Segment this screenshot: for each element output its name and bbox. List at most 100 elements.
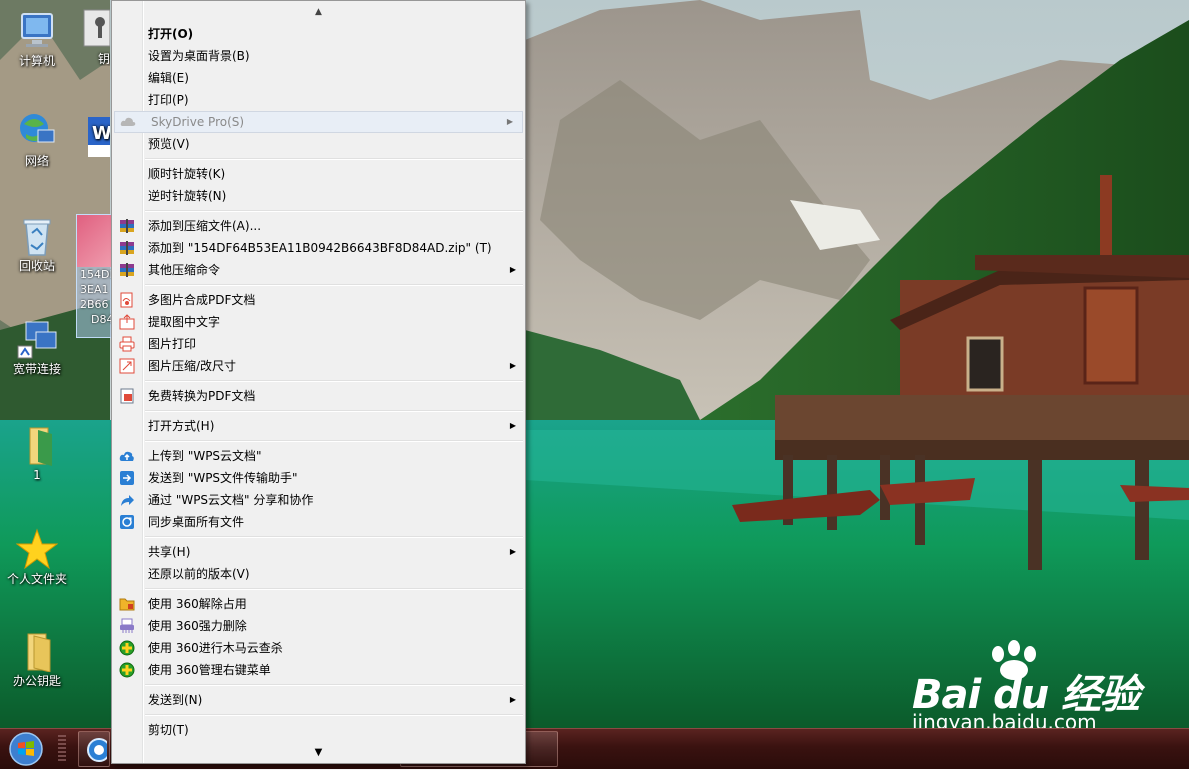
computer-icon [16, 10, 58, 52]
menu-separator [145, 536, 523, 538]
menu-item-add-to-zip[interactable]: 添加到 "154DF64B53EA11B0942B6643BF8D84AD.zi… [112, 237, 525, 259]
menu-separator [145, 380, 523, 382]
menu-item-convert-to-pdf[interactable]: 免费转换为PDF文档 [112, 385, 525, 407]
menu-item-label: 发送到 "WPS文件传输助手" [148, 471, 298, 485]
submenu-arrow-icon: ▶ [509, 361, 516, 370]
desktop-icon-label: 1 [33, 468, 41, 482]
desktop-icon-computer[interactable]: 计算机 [2, 10, 72, 68]
menu-item-share[interactable]: 共享(H) ▶ [112, 541, 525, 563]
context-menu: ▲ 打开(O) 设置为桌面背景(B) 编辑(E) 打印(P) SkyDrive … [111, 0, 526, 764]
menu-item-360-trojan-scan[interactable]: 使用 360进行木马云查杀 [112, 637, 525, 659]
menu-item-label: 设置为桌面背景(B) [148, 49, 250, 63]
menu-item-label: 预览(V) [148, 137, 190, 151]
sync-icon [119, 514, 135, 530]
desktop-icon-broadband[interactable]: 宽带连接 [2, 318, 72, 376]
menu-item-edit[interactable]: 编辑(E) [112, 67, 525, 89]
share-icon [119, 492, 135, 508]
menu-item-label: 使用 360管理右键菜单 [148, 663, 271, 677]
menu-item-label: 发送到(N) [148, 693, 203, 707]
menu-item-label: 通过 "WPS云文档" 分享和协作 [148, 493, 314, 507]
desktop-icon-label: 个人文件夹 [6, 572, 67, 586]
menu-item-label: SkyDrive Pro(S) [151, 115, 245, 129]
menu-item-label: 多图片合成PDF文档 [148, 293, 256, 307]
start-button[interactable] [4, 731, 48, 767]
key-file-icon [70, 8, 110, 50]
desktop-icon-label: 办公钥匙 [12, 674, 61, 688]
menu-item-360-force-delete[interactable]: 使用 360强力删除 [112, 615, 525, 637]
menu-scroll-up-arrow[interactable]: ▲ [112, 1, 525, 23]
menu-item-label: 免费转换为PDF文档 [148, 389, 256, 403]
menu-item-sync-desktop-files[interactable]: 同步桌面所有文件 [112, 511, 525, 533]
menu-item-label: 使用 360解除占用 [148, 597, 247, 611]
desktop-icon-label: 钥 [97, 52, 110, 66]
desktop-icon-label: 网络 [24, 154, 49, 168]
menu-separator [145, 158, 523, 160]
desktop-icon-folder-1[interactable]: 1 [2, 424, 72, 482]
archive-icon [119, 218, 135, 234]
desktop-icon-key[interactable]: 钥 [70, 8, 110, 66]
menu-item-merge-images-pdf[interactable]: 多图片合成PDF文档 [112, 289, 525, 311]
submenu-arrow-icon: ▶ [506, 117, 513, 126]
menu-scroll-down-arrow[interactable]: ▼ [112, 743, 525, 763]
menu-item-label: 使用 360强力删除 [148, 619, 247, 633]
menu-item-label: 图片压缩/改尺寸 [148, 359, 237, 373]
desktop-icon-recycle-bin[interactable]: 回收站 [2, 215, 72, 273]
menu-item-print[interactable]: 打印(P) [112, 89, 525, 111]
menu-item-360-unlock[interactable]: 使用 360解除占用 [112, 593, 525, 615]
menu-item-set-desktop-background[interactable]: 设置为桌面背景(B) [112, 45, 525, 67]
submenu-arrow-icon: ▶ [509, 421, 516, 430]
cloud-icon [120, 114, 136, 130]
pdf-icon [119, 388, 135, 404]
menu-item-image-compress-resize[interactable]: 图片压缩/改尺寸 ▶ [112, 355, 525, 377]
menu-item-label: 剪切(T) [148, 723, 189, 737]
menu-item-label: 同步桌面所有文件 [148, 515, 245, 529]
shield-icon [119, 640, 135, 656]
network-globe-icon [16, 110, 58, 152]
menu-item-upload-wps-cloud[interactable]: 上传到 "WPS云文档" [112, 445, 525, 467]
submenu-arrow-icon: ▶ [509, 265, 516, 274]
menu-item-rotate-clockwise[interactable]: 顺时针旋转(K) [112, 163, 525, 185]
menu-item-extract-text[interactable]: 提取图中文字 [112, 311, 525, 333]
submenu-arrow-icon: ▶ [509, 695, 516, 704]
menu-item-cut[interactable]: 剪切(T) [112, 719, 525, 741]
menu-item-label: 使用 360进行木马云查杀 [148, 641, 283, 655]
menu-item-label: 打印(P) [148, 93, 189, 107]
menu-separator [145, 284, 523, 286]
menu-item-send-to-wps-transfer[interactable]: 发送到 "WPS文件传输助手" [112, 467, 525, 489]
menu-item-open[interactable]: 打开(O) [112, 23, 525, 45]
menu-item-label: 还原以前的版本(V) [148, 567, 250, 581]
menu-item-rotate-counterclockwise[interactable]: 逆时针旋转(N) [112, 185, 525, 207]
menu-item-restore-previous-versions[interactable]: 还原以前的版本(V) [112, 563, 525, 585]
taskbar-grip[interactable] [58, 735, 66, 763]
menu-item-label: 其他压缩命令 [148, 263, 221, 277]
taskbar-button-browser[interactable] [78, 731, 111, 767]
menu-item-preview[interactable]: 预览(V) [112, 133, 525, 155]
desktop-icon-wps[interactable]: W [70, 115, 110, 159]
menu-item-label: 逆时针旋转(N) [148, 189, 227, 203]
menu-item-add-to-archive[interactable]: 添加到压缩文件(A)... [112, 215, 525, 237]
menu-item-other-compress-commands[interactable]: 其他压缩命令 ▶ [112, 259, 525, 281]
menu-item-skydrive-pro[interactable]: SkyDrive Pro(S) ▶ [114, 111, 523, 133]
desktop-icon-label: 宽带连接 [12, 362, 61, 376]
star-icon [15, 528, 59, 570]
desktop-icon-network[interactable]: 网络 [2, 110, 72, 168]
printer-icon [119, 336, 135, 352]
cloud-upload-icon [119, 448, 135, 464]
shredder-icon [119, 618, 135, 634]
archive-icon [119, 240, 135, 256]
menu-item-image-print[interactable]: 图片打印 [112, 333, 525, 355]
menu-item-share-wps-cloud[interactable]: 通过 "WPS云文档" 分享和协作 [112, 489, 525, 511]
menu-item-360-manage-context-menu[interactable]: 使用 360管理右键菜单 [112, 659, 525, 681]
send-file-icon [119, 470, 135, 486]
menu-separator [145, 684, 523, 686]
desktop-icon-personal-folder[interactable]: 个人文件夹 [2, 528, 72, 586]
recycle-bin-icon [16, 215, 58, 257]
desktop-icon-office-key[interactable]: 办公钥匙 [2, 630, 72, 688]
menu-item-open-with[interactable]: 打开方式(H) ▶ [112, 415, 525, 437]
unlock-folder-icon [119, 596, 135, 612]
menu-item-send-to[interactable]: 发送到(N) ▶ [112, 689, 525, 711]
resize-icon [119, 358, 135, 374]
menu-item-label: 添加到压缩文件(A)... [148, 219, 262, 233]
menu-item-label: 上传到 "WPS云文档" [148, 449, 262, 463]
menu-item-label: 提取图中文字 [148, 315, 221, 329]
